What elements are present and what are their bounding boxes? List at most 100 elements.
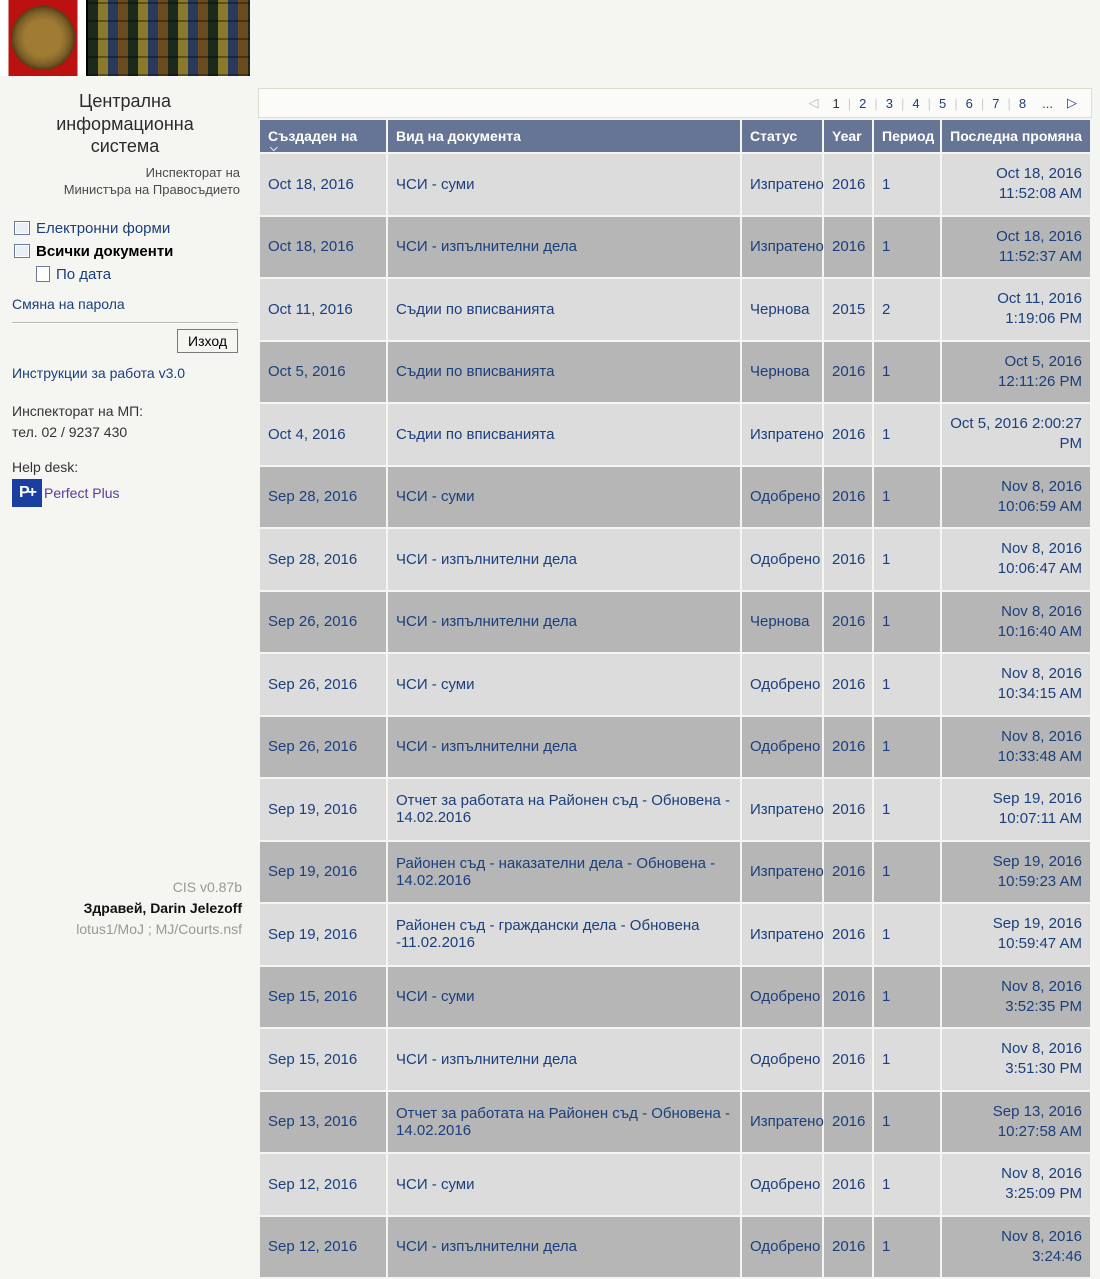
- pager-page[interactable]: 2: [851, 96, 874, 111]
- cell-status: Изпратено: [742, 1092, 822, 1153]
- table-row[interactable]: Sep 15, 2016ЧСИ - изпълнителни делаОдобр…: [260, 1029, 1090, 1090]
- cell-period: 1: [874, 1029, 940, 1090]
- cell-changed: Nov 8, 2016 10:16:40 AM: [942, 592, 1090, 653]
- table-row[interactable]: Oct 18, 2016ЧСИ - изпълнителни делаИзпра…: [260, 217, 1090, 278]
- cell-changed: Oct 18, 2016 11:52:08 AM: [942, 154, 1090, 215]
- version-label: CIS v0.87b: [8, 877, 242, 898]
- cell-year: 2016: [824, 842, 872, 903]
- table-row[interactable]: Sep 26, 2016ЧСИ - изпълнителни делаЧерно…: [260, 592, 1090, 653]
- cell-changed: Sep 13, 2016 10:27:58 AM: [942, 1092, 1090, 1153]
- pager-current: 1: [825, 96, 848, 111]
- pager-page[interactable]: 7: [984, 96, 1007, 111]
- pager-next-icon[interactable]: ▷: [1061, 95, 1083, 111]
- table-row[interactable]: Sep 19, 2016Районен съд - граждански дел…: [260, 904, 1090, 965]
- cell-type: ЧСИ - суми: [388, 467, 740, 528]
- divider: [12, 322, 238, 323]
- table-row[interactable]: Sep 12, 2016ЧСИ - сумиОдобрено20161Nov 8…: [260, 1154, 1090, 1215]
- cell-year: 2015: [824, 279, 872, 340]
- cell-period: 1: [874, 904, 940, 965]
- cell-year: 2016: [824, 529, 872, 590]
- pager-prev-icon[interactable]: ◁: [803, 95, 825, 111]
- cell-period: 1: [874, 404, 940, 465]
- cell-type: ЧСИ - изпълнителни дела: [388, 1029, 740, 1090]
- cell-year: 2016: [824, 654, 872, 715]
- pager-page[interactable]: 3: [878, 96, 901, 111]
- cell-period: 1: [874, 1154, 940, 1215]
- cell-changed: Nov 8, 2016 3:24:46: [942, 1217, 1090, 1278]
- table-row[interactable]: Sep 12, 2016ЧСИ - изпълнителни делаОдобр…: [260, 1217, 1090, 1278]
- pager-page[interactable]: 4: [904, 96, 927, 111]
- sidebar: Централна информационна система Инспекто…: [0, 0, 250, 944]
- cell-changed: Oct 5, 2016 2:00:27 PM: [942, 404, 1090, 465]
- change-password-link[interactable]: Смяна на парола: [12, 296, 238, 312]
- table-row[interactable]: Sep 13, 2016Отчет за работата на Районен…: [260, 1092, 1090, 1153]
- cell-status: Одобрено: [742, 1154, 822, 1215]
- col-status-header[interactable]: Статус: [742, 120, 822, 152]
- table-row[interactable]: Sep 19, 2016Отчет за работата на Районен…: [260, 779, 1090, 840]
- cell-year: 2016: [824, 1092, 872, 1153]
- cell-type: ЧСИ - изпълнителни дела: [388, 1217, 740, 1278]
- cell-created: Sep 19, 2016: [260, 779, 386, 840]
- table-row[interactable]: Sep 26, 2016ЧСИ - изпълнителни делаОдобр…: [260, 717, 1090, 778]
- cell-type: ЧСИ - изпълнителни дела: [388, 529, 740, 590]
- cell-period: 1: [874, 342, 940, 403]
- sidebar-footer: CIS v0.87b Здравей, Darin Jelezoff lotus…: [8, 877, 242, 940]
- nav-electronic-forms[interactable]: Електронни форми: [10, 217, 240, 240]
- cell-status: Изпратено: [742, 217, 822, 278]
- pager-ellipsis: ...: [1034, 96, 1061, 111]
- cell-status: Одобрено: [742, 717, 822, 778]
- nav-by-date[interactable]: По дата: [32, 263, 240, 286]
- table-row[interactable]: Sep 28, 2016ЧСИ - изпълнителни делаОдобр…: [260, 529, 1090, 590]
- cell-type: Районен съд - наказателни дела - Обновен…: [388, 842, 740, 903]
- cell-status: Одобрено: [742, 529, 822, 590]
- col-year-header[interactable]: Year: [824, 120, 872, 152]
- instructions-link[interactable]: Инструкции за работа v3.0: [12, 365, 238, 381]
- cell-changed: Nov 8, 2016 10:33:48 AM: [942, 717, 1090, 778]
- table-row[interactable]: Sep 19, 2016Районен съд - наказателни де…: [260, 842, 1090, 903]
- table-row[interactable]: Oct 5, 2016Съдии по вписваниятаЧернова20…: [260, 342, 1090, 403]
- pager: ◁ 1 |2 |3 |4 |5 |6 |7 |8 ... ▷: [258, 88, 1092, 118]
- table-row[interactable]: Sep 15, 2016ЧСИ - сумиОдобрено20161Nov 8…: [260, 967, 1090, 1028]
- date-icon: [36, 266, 50, 282]
- nav-label: Електронни форми: [36, 220, 170, 237]
- main-content: ◁ 1 |2 |3 |4 |5 |6 |7 |8 ... ▷ Създаден …: [250, 0, 1100, 944]
- cell-period: 1: [874, 779, 940, 840]
- cell-created: Sep 19, 2016: [260, 904, 386, 965]
- cell-created: Sep 26, 2016: [260, 592, 386, 653]
- cell-changed: Oct 5, 2016 12:11:26 PM: [942, 342, 1090, 403]
- col-type-header[interactable]: Вид на документа: [388, 120, 740, 152]
- cell-changed: Nov 8, 2016 10:06:59 AM: [942, 467, 1090, 528]
- table-row[interactable]: Oct 4, 2016Съдии по вписваниятаИзпратено…: [260, 404, 1090, 465]
- cell-type: ЧСИ - изпълнителни дела: [388, 592, 740, 653]
- perfect-plus-link[interactable]: P+ Perfect Plus: [12, 479, 238, 507]
- cell-created: Sep 15, 2016: [260, 1029, 386, 1090]
- cell-period: 1: [874, 592, 940, 653]
- cell-year: 2016: [824, 467, 872, 528]
- cell-created: Sep 26, 2016: [260, 717, 386, 778]
- pager-page[interactable]: 5: [931, 96, 954, 111]
- nav-all-documents[interactable]: Всички документи: [10, 240, 240, 263]
- cell-period: 2: [874, 279, 940, 340]
- seal-image: [0, 0, 86, 76]
- logout-button[interactable]: Изход: [177, 329, 238, 353]
- cell-type: ЧСИ - суми: [388, 154, 740, 215]
- app-title: Централна информационна система: [6, 90, 244, 158]
- cell-period: 1: [874, 842, 940, 903]
- app-title-line3: система: [91, 136, 160, 156]
- col-created-header[interactable]: Създаден на ⌵: [260, 120, 386, 152]
- col-period-header[interactable]: Период: [874, 120, 940, 152]
- cell-type: ЧСИ - суми: [388, 1154, 740, 1215]
- cell-created: Oct 5, 2016: [260, 342, 386, 403]
- cell-type: Отчет за работата на Районен съд - Обнов…: [388, 779, 740, 840]
- pager-page[interactable]: 8: [1011, 96, 1034, 111]
- col-changed-header[interactable]: Последна промяна: [942, 120, 1090, 152]
- table-row[interactable]: Oct 11, 2016Съдии по вписваниятаЧернова2…: [260, 279, 1090, 340]
- cell-period: 1: [874, 217, 940, 278]
- app-title-line2: информационна: [56, 114, 193, 134]
- table-row[interactable]: Oct 18, 2016ЧСИ - сумиИзпратено20161Oct …: [260, 154, 1090, 215]
- table-row[interactable]: Sep 28, 2016ЧСИ - сумиОдобрено20161Nov 8…: [260, 467, 1090, 528]
- cell-created: Sep 12, 2016: [260, 1217, 386, 1278]
- table-row[interactable]: Sep 26, 2016ЧСИ - сумиОдобрено20161Nov 8…: [260, 654, 1090, 715]
- cell-year: 2016: [824, 967, 872, 1028]
- pager-page[interactable]: 6: [958, 96, 981, 111]
